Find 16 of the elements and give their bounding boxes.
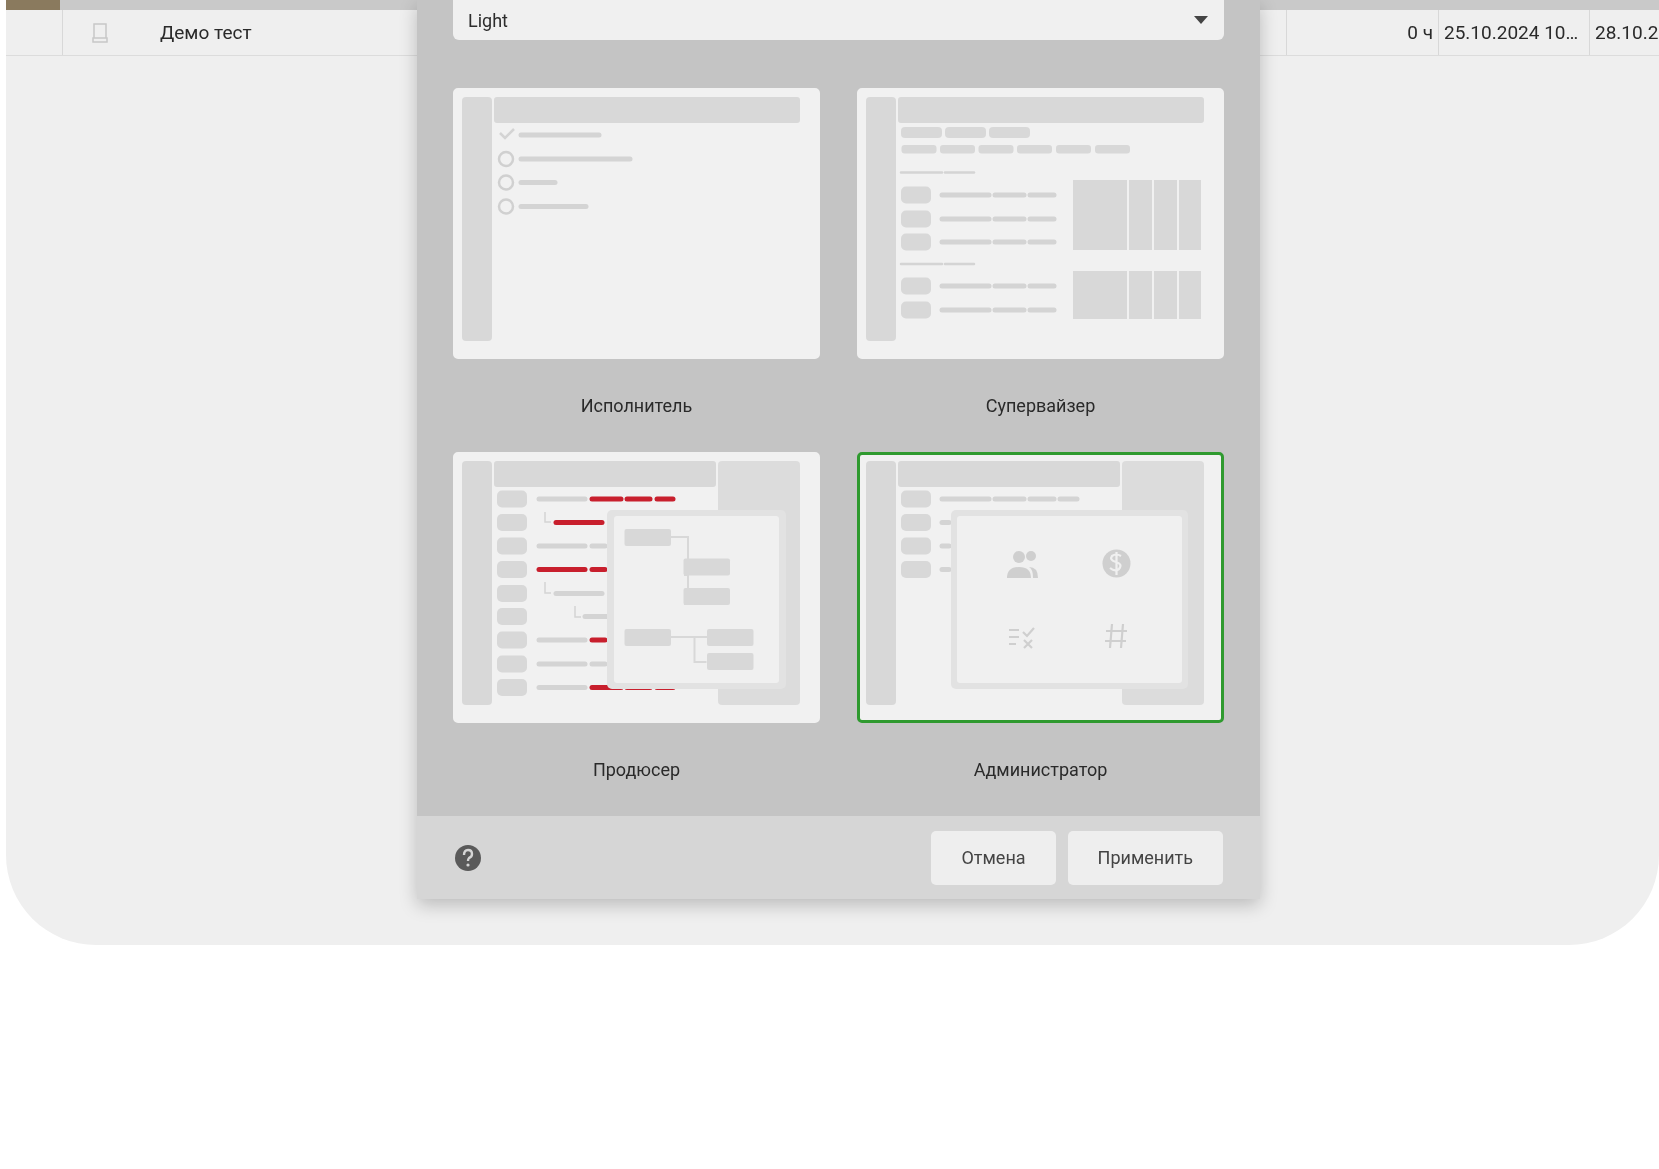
dialog-button[interactable]: Отмена (931, 830, 1056, 885)
help-icon[interactable] (455, 844, 481, 871)
table-cell: 0 ч (1286, 10, 1438, 55)
photo-placeholder (6, 0, 60, 10)
layout-label: Продюсер (592, 758, 681, 782)
table-cell: 28.10.2 (1589, 10, 1659, 55)
layout-label: Исполнитель (580, 394, 693, 418)
layout-label: Супервайзер (985, 394, 1096, 418)
table-cell-text: Демо тест (159, 20, 253, 46)
layout-option-card[interactable] (857, 452, 1224, 723)
document-icon (92, 22, 108, 43)
table-cell: 25.10.2024 10… (1438, 10, 1589, 55)
dialog-button[interactable]: Применить (1067, 830, 1223, 885)
layout-label: Администратор (973, 758, 1108, 782)
theme-select[interactable]: Light (453, 0, 1224, 40)
caret-icon (1194, 16, 1208, 24)
